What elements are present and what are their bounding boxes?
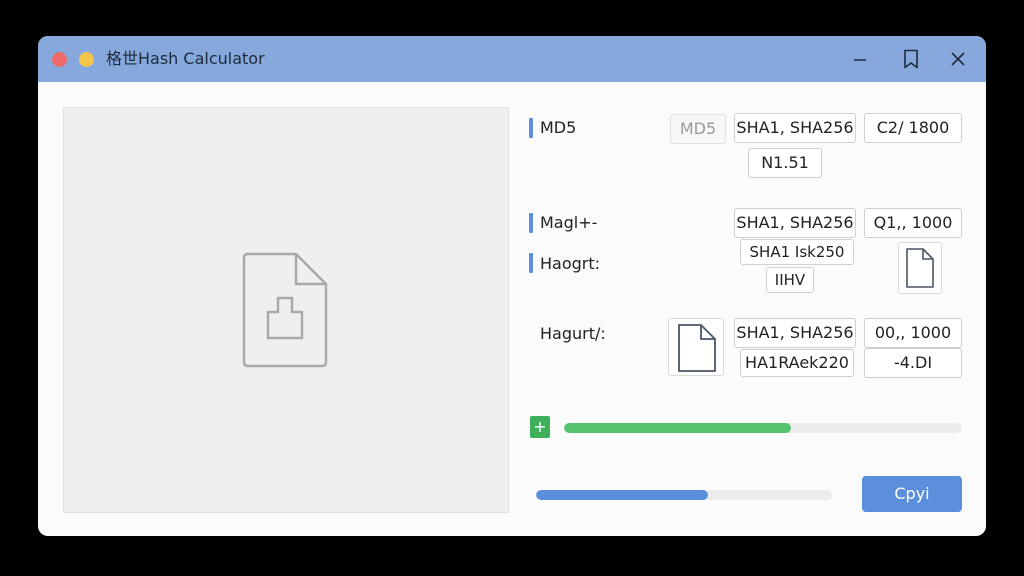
algo-chip-md5[interactable]: MD5 [670,114,726,144]
algo-chip-sha[interactable]: SHA1, SHA256 [734,208,856,238]
hash-value-field[interactable]: SHA1 Isk250 [740,239,854,265]
minimize-dot-icon[interactable] [79,52,94,67]
algo-chip-sha[interactable]: SHA1, SHA256 [734,318,856,348]
hash-value-field[interactable]: C2/ 1800 [864,113,962,143]
hash-progress-fill [564,423,791,433]
copy-button[interactable]: Cpyi [862,476,962,512]
file-progress-bar [536,490,832,500]
window-title: 格世Hash Calculator [106,49,265,68]
hash-value-field[interactable]: IIHV [766,267,814,293]
add-icon[interactable]: + [530,416,550,438]
group-label: Hagurt/: [540,324,606,343]
file-upload-icon [242,252,328,368]
group-label: Haogrt: [540,254,601,273]
minimize-icon[interactable] [846,45,874,73]
algo-chip-sha[interactable]: SHA1, SHA256 [734,113,856,143]
file-icon[interactable] [898,242,942,294]
hash-value-field[interactable]: N1.51 [748,148,822,178]
file-icon[interactable] [668,318,724,376]
hash-progress-bar [564,423,962,433]
group-label-md5: MD5 [540,118,577,137]
bookmark-icon[interactable] [897,45,925,73]
hash-value-field[interactable]: 00,, 1000 [864,318,962,348]
close-icon[interactable] [944,45,972,73]
hash-value-field[interactable]: Q1,, 1000 [864,208,962,238]
app-window: 格世Hash Calculator MD5 MD5 SHA1, SHA256 C… [38,36,986,536]
file-drop-zone[interactable] [63,107,509,513]
section-marker [529,213,533,233]
section-marker [529,118,533,138]
file-progress-fill [536,490,708,500]
group-label: Magا+- [540,213,598,232]
hash-value-field[interactable]: -4.DI [864,348,962,378]
close-dot-icon[interactable] [52,52,67,67]
title-bar[interactable]: 格世Hash Calculator [38,36,986,82]
hash-value-field[interactable]: HA1RAek220 [740,349,854,377]
section-marker [529,253,533,273]
